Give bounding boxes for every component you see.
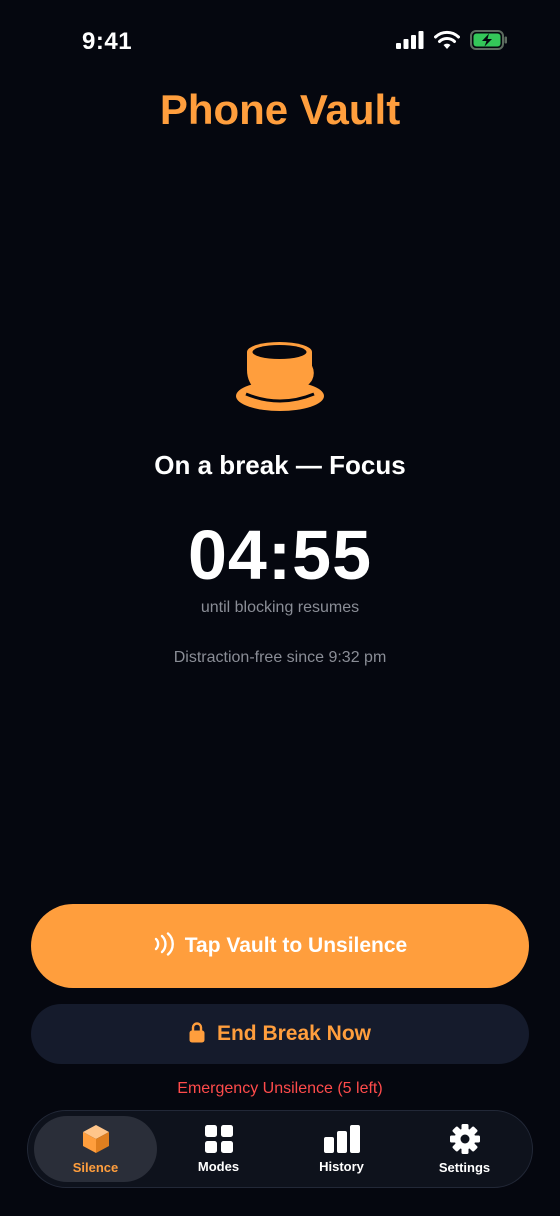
- wifi-icon: [434, 30, 460, 55]
- box-icon: [80, 1123, 112, 1155]
- tab-label: History: [319, 1159, 364, 1174]
- tab-silence[interactable]: Silence: [34, 1116, 157, 1182]
- app-title: Phone Vault: [159, 86, 401, 133]
- grid-icon: [204, 1124, 234, 1154]
- tab-bar: Silence Modes History Settings: [27, 1110, 533, 1188]
- timer-caption: until blocking resumes: [200, 599, 360, 616]
- cellular-signal-icon: [396, 31, 424, 54]
- tap-vault-button[interactable]: Tap Vault to Unsilence: [31, 904, 529, 988]
- tap-vault-label: Tap Vault to Unsilence: [184, 934, 408, 957]
- end-break-label: End Break Now: [216, 1022, 372, 1045]
- break-timer: 04:55: [187, 516, 373, 594]
- tab-settings[interactable]: Settings: [403, 1116, 526, 1182]
- lock-icon: [189, 1021, 205, 1048]
- bar-chart-icon: [323, 1124, 361, 1154]
- status-time: 9:41: [82, 28, 133, 55]
- status-icons: [396, 30, 508, 55]
- gear-icon: [449, 1123, 481, 1155]
- tab-label: Silence: [72, 1160, 119, 1175]
- tab-label: Settings: [438, 1160, 491, 1175]
- battery-charging-icon: [470, 30, 508, 55]
- nfc-icon: [153, 931, 175, 961]
- tab-history[interactable]: History: [280, 1116, 403, 1182]
- emergency-unsilence-link[interactable]: Emergency Unsilence (5 left): [0, 1080, 560, 1098]
- break-status-label: On a break — Focus: [154, 450, 406, 480]
- status-bar: 9:41: [0, 0, 560, 80]
- tab-label: Modes: [197, 1159, 240, 1174]
- end-break-button[interactable]: End Break Now: [31, 1004, 529, 1064]
- distraction-free-since: Distraction-free since 9:32 pm: [173, 649, 387, 666]
- coffee-cup-icon: [232, 340, 328, 416]
- tab-modes[interactable]: Modes: [157, 1116, 280, 1182]
